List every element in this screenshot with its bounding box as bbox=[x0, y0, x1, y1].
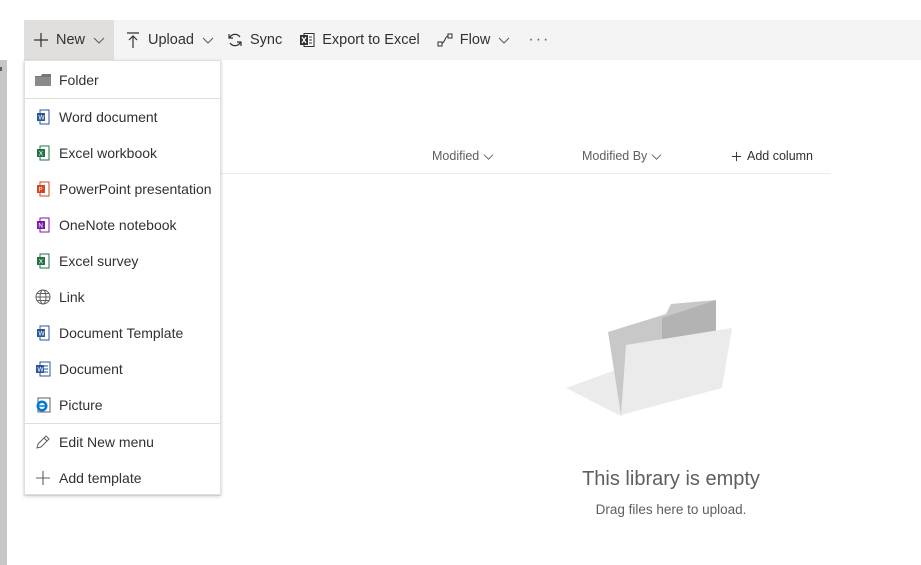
menu-item-link[interactable]: Link bbox=[25, 279, 220, 315]
menu-item-folder[interactable]: Folder bbox=[25, 62, 220, 98]
menu-item-add-template-label: Add template bbox=[59, 470, 142, 486]
column-header-modified-by[interactable]: Modified By bbox=[582, 149, 662, 163]
chevron-down-icon bbox=[483, 151, 494, 162]
menu-item-powerpoint-label: PowerPoint presentation bbox=[59, 181, 212, 197]
empty-folder-illustration bbox=[566, 300, 732, 416]
onenote-icon: N bbox=[35, 217, 51, 233]
upload-icon bbox=[124, 31, 142, 49]
flow-button-label: Flow bbox=[459, 32, 491, 48]
word-icon: W bbox=[35, 325, 51, 341]
menu-item-word-document[interactable]: W Word document bbox=[25, 99, 220, 135]
new-button-label: New bbox=[56, 32, 86, 48]
excel-icon: X bbox=[35, 253, 51, 269]
column-header-modified-label: Modified bbox=[432, 149, 480, 163]
left-edge-panel bbox=[0, 60, 7, 565]
menu-item-word-document-label: Word document bbox=[59, 109, 158, 125]
menu-item-document-template[interactable]: W Document Template bbox=[25, 315, 220, 351]
chevron-down-icon bbox=[651, 151, 662, 162]
chevron-down-icon bbox=[498, 34, 510, 46]
flow-icon bbox=[436, 31, 454, 49]
add-column-button[interactable]: Add column bbox=[731, 149, 813, 163]
more-options-button[interactable]: ··· bbox=[516, 20, 562, 60]
menu-item-document-label: Document bbox=[59, 361, 123, 377]
export-to-excel-button[interactable]: Export to Excel bbox=[292, 20, 426, 60]
column-header-modified-by-label: Modified By bbox=[582, 149, 648, 163]
menu-item-picture[interactable]: Picture bbox=[25, 387, 220, 423]
sync-icon bbox=[226, 31, 244, 49]
pencil-icon bbox=[35, 434, 51, 450]
flow-button[interactable]: Flow bbox=[430, 20, 517, 60]
upload-button[interactable]: Upload bbox=[118, 20, 220, 60]
menu-item-document[interactable]: W Document bbox=[25, 351, 220, 387]
empty-state-title: This library is empty bbox=[582, 468, 760, 490]
left-edge-marker bbox=[0, 67, 2, 71]
menu-item-link-label: Link bbox=[59, 289, 85, 305]
command-bar: New Upload Sync Export to Excel Flow ··· bbox=[24, 20, 921, 60]
globe-icon bbox=[35, 289, 51, 305]
add-column-label: Add column bbox=[747, 149, 814, 163]
plus-icon bbox=[35, 470, 51, 486]
menu-item-folder-label: Folder bbox=[59, 72, 99, 88]
empty-state-subtitle: Drag files here to upload. bbox=[595, 502, 747, 517]
menu-item-excel-workbook-label: Excel workbook bbox=[59, 145, 158, 161]
svg-text:W: W bbox=[37, 366, 44, 374]
column-header-modified[interactable]: Modified bbox=[432, 149, 494, 163]
document-library-page: New Upload Sync Export to Excel Flow ···… bbox=[0, 0, 921, 565]
upload-button-label: Upload bbox=[148, 32, 194, 48]
menu-item-excel-workbook[interactable]: X Excel workbook bbox=[25, 135, 220, 171]
plus-icon bbox=[731, 151, 742, 162]
sync-button[interactable]: Sync bbox=[220, 20, 288, 60]
menu-item-picture-label: Picture bbox=[59, 397, 103, 413]
menu-item-excel-survey-label: Excel survey bbox=[59, 253, 139, 269]
chevron-down-icon bbox=[202, 34, 214, 46]
svg-text:X: X bbox=[39, 258, 44, 266]
menu-item-add-template[interactable]: Add template bbox=[25, 460, 220, 496]
excel-icon: X bbox=[35, 145, 51, 161]
new-button[interactable]: New bbox=[24, 20, 115, 60]
menu-item-edit-new-menu[interactable]: Edit New menu bbox=[25, 424, 220, 460]
svg-text:X: X bbox=[39, 150, 44, 158]
picture-icon bbox=[35, 397, 51, 413]
word-doc-icon: W bbox=[35, 361, 51, 377]
column-header-row: Modified Modified By Add column bbox=[221, 143, 831, 174]
svg-text:N: N bbox=[38, 222, 43, 230]
menu-item-powerpoint-presentation[interactable]: P PowerPoint presentation bbox=[25, 171, 220, 207]
menu-item-edit-new-menu-label: Edit New menu bbox=[59, 434, 154, 450]
menu-item-onenote-label: OneNote notebook bbox=[59, 217, 177, 233]
excel-icon bbox=[298, 31, 316, 49]
sync-button-label: Sync bbox=[249, 32, 283, 48]
powerpoint-icon: P bbox=[35, 181, 51, 197]
chevron-down-icon bbox=[93, 34, 105, 46]
menu-item-excel-survey[interactable]: X Excel survey bbox=[25, 243, 220, 279]
folder-icon bbox=[35, 72, 51, 88]
svg-text:W: W bbox=[38, 114, 45, 122]
new-dropdown-menu: Folder W Word document X Excel workbook … bbox=[24, 60, 221, 495]
plus-icon bbox=[32, 31, 50, 49]
menu-item-onenote-notebook[interactable]: N OneNote notebook bbox=[25, 207, 220, 243]
menu-item-document-template-label: Document Template bbox=[59, 325, 184, 341]
svg-text:P: P bbox=[39, 186, 43, 194]
word-icon: W bbox=[35, 109, 51, 125]
svg-text:W: W bbox=[38, 330, 45, 338]
export-to-excel-label: Export to Excel bbox=[322, 32, 420, 48]
